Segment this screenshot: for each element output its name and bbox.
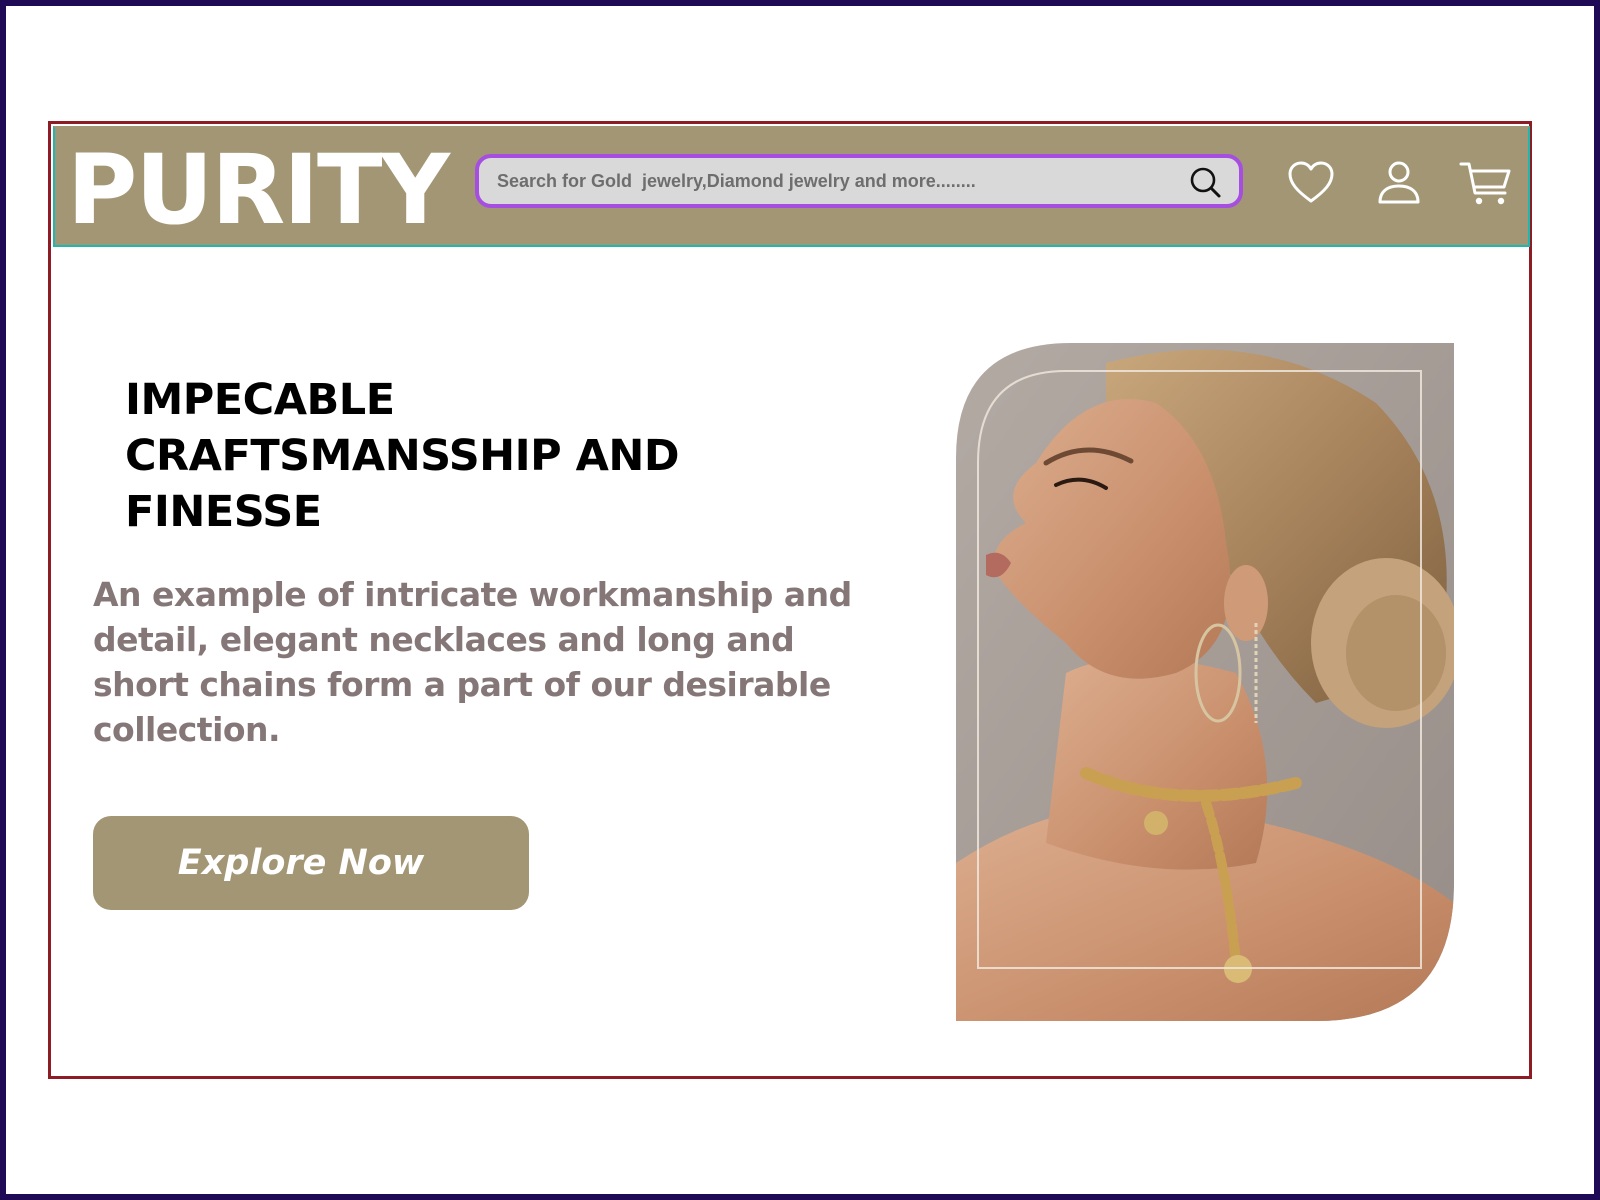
search-icon[interactable] [1189,166,1223,200]
hero-description: An example of intricate workmanship and … [93,575,852,749]
search-input[interactable] [497,158,1157,204]
user-icon[interactable] [1375,159,1423,207]
heart-icon[interactable] [1287,159,1335,207]
hero-title: IMPECABLE CRAFTSMANSSHIP AND FINESSE [125,375,680,537]
site-header: PURITY [53,126,1530,247]
explore-now-button[interactable]: Explore Now [93,816,529,910]
page-canvas: PURITY IMPECABLE C [0,0,1600,1200]
hero-model-image[interactable] [956,343,1454,1021]
brand-logo[interactable]: PURITY [67,140,450,240]
search-bar [475,154,1243,208]
cart-icon[interactable] [1459,159,1513,207]
landing-frame: PURITY IMPECABLE C [48,121,1532,1079]
